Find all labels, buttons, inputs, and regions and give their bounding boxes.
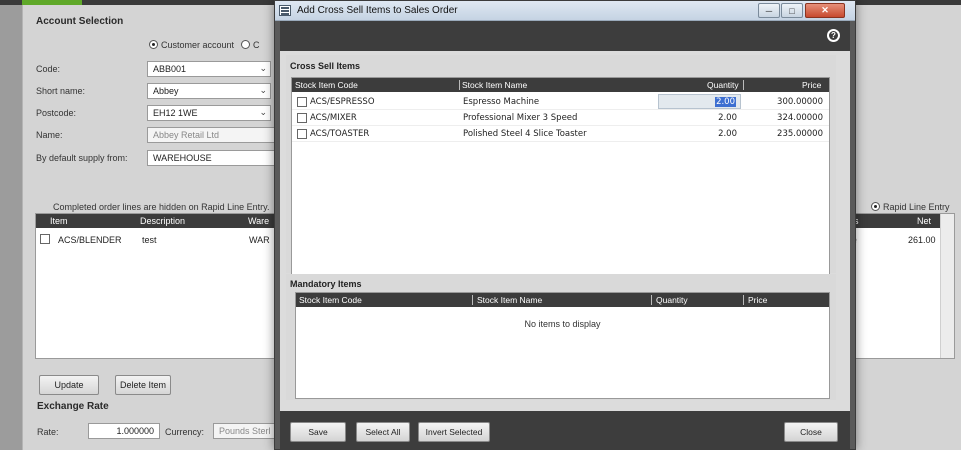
radio-unselected-icon bbox=[241, 40, 250, 49]
column-net[interactable]: Net bbox=[917, 216, 931, 226]
column-item[interactable]: Item bbox=[50, 216, 68, 226]
row-price: 235.00000 bbox=[777, 129, 823, 139]
short-name-value: Abbey bbox=[153, 86, 179, 96]
cross-sell-grid[interactable]: Stock Item Code Stock Item Name Quantity… bbox=[291, 77, 830, 277]
quantity-value[interactable]: 2.00 bbox=[715, 97, 736, 107]
account-selection-title: Account Selection bbox=[36, 16, 124, 27]
row-stock-item-name: Professional Mixer 3 Speed bbox=[463, 113, 578, 123]
currency-field[interactable]: Pounds Sterl bbox=[213, 423, 275, 439]
column-stock-item-code[interactable]: Stock Item Code bbox=[295, 80, 358, 90]
row-checkbox[interactable] bbox=[40, 234, 50, 244]
dialog-footer: Save Select All Invert Selected Close bbox=[280, 411, 850, 450]
chevron-down-icon[interactable]: ⌄ bbox=[259, 85, 267, 96]
column-description[interactable]: Description bbox=[140, 216, 185, 226]
name-label: Name: bbox=[36, 130, 63, 140]
short-name-label: Short name: bbox=[36, 86, 86, 96]
cross-sell-dialog: Add Cross Sell Items to Sales Order ─ □ … bbox=[274, 0, 856, 450]
invert-selected-button[interactable]: Invert Selected bbox=[418, 422, 490, 442]
currency-label: Currency: bbox=[165, 427, 205, 437]
other-account-radio[interactable]: C bbox=[241, 40, 260, 50]
other-account-radio-label: C bbox=[253, 40, 260, 50]
close-button[interactable]: Close bbox=[784, 422, 838, 442]
row-checkbox[interactable] bbox=[297, 113, 307, 123]
row-description: test bbox=[142, 235, 157, 245]
column-price[interactable]: Price bbox=[748, 295, 767, 305]
rapid-line-entry-label: Rapid Line Entry bbox=[883, 202, 950, 212]
row-net: 261.00 bbox=[908, 235, 936, 245]
customer-account-radio-label: Customer account bbox=[161, 40, 235, 50]
select-all-button[interactable]: Select All bbox=[356, 422, 410, 442]
chevron-down-icon[interactable]: ⌄ bbox=[259, 63, 267, 74]
column-quantity[interactable]: Quantity bbox=[707, 80, 739, 90]
radio-selected-icon bbox=[149, 40, 158, 49]
rapid-line-entry-radio[interactable]: Rapid Line Entry bbox=[871, 202, 950, 212]
chevron-down-icon[interactable]: ⌄ bbox=[259, 107, 267, 118]
name-field: Abbey Retail Ltd bbox=[147, 127, 277, 143]
mandatory-grid[interactable]: Stock Item Code Stock Item Name Quantity… bbox=[295, 292, 830, 399]
maximize-icon[interactable]: □ bbox=[781, 3, 803, 18]
dialog-titlebar[interactable]: Add Cross Sell Items to Sales Order ─ □ … bbox=[275, 1, 855, 21]
save-button[interactable]: Save bbox=[290, 422, 346, 442]
row-stock-item-code: ACS/ESPRESSO bbox=[310, 97, 375, 107]
row-stock-item-code: ACS/TOASTER bbox=[310, 129, 370, 139]
radio-selected-icon bbox=[871, 202, 880, 211]
short-name-field[interactable]: Abbey ⌄ bbox=[147, 83, 271, 99]
row-quantity[interactable]: 2.00 bbox=[718, 113, 737, 123]
postcode-field[interactable]: EH12 1WE ⌄ bbox=[147, 105, 271, 121]
dialog-body: ? Cross Sell Items Stock Item Code Stock… bbox=[280, 21, 850, 450]
code-field[interactable]: ABB001 ⌄ bbox=[147, 61, 271, 77]
cross-sell-header: Stock Item Code Stock Item Name Quantity… bbox=[292, 78, 829, 92]
row-quantity[interactable]: 2.00 bbox=[718, 129, 737, 139]
table-row[interactable]: ACS/MIXER Professional Mixer 3 Speed 2.0… bbox=[292, 110, 829, 126]
exchange-rate-title: Exchange Rate bbox=[37, 401, 109, 412]
rate-label: Rate: bbox=[37, 427, 59, 437]
column-quantity[interactable]: Quantity bbox=[656, 295, 688, 305]
mandatory-header: Stock Item Code Stock Item Name Quantity… bbox=[296, 293, 829, 307]
code-label: Code: bbox=[36, 64, 61, 74]
row-checkbox[interactable] bbox=[297, 129, 307, 139]
mandatory-title: Mandatory Items bbox=[290, 279, 362, 289]
update-button[interactable]: Update bbox=[39, 375, 99, 395]
row-price: 324.00000 bbox=[777, 113, 823, 123]
column-warehouse[interactable]: Ware bbox=[248, 216, 269, 226]
code-value: ABB001 bbox=[153, 64, 187, 74]
empty-message: No items to display bbox=[524, 319, 601, 329]
completed-lines-note: Completed order lines are hidden on Rapi… bbox=[53, 202, 270, 212]
help-icon[interactable]: ? bbox=[827, 29, 840, 42]
column-stock-item-name[interactable]: Stock Item Name bbox=[462, 80, 527, 90]
customer-account-radio[interactable]: Customer account bbox=[149, 40, 234, 50]
row-stock-item-name: Polished Steel 4 Slice Toaster bbox=[463, 129, 587, 139]
table-row[interactable]: ACS/TOASTER Polished Steel 4 Slice Toast… bbox=[292, 126, 829, 142]
row-item: ACS/BLENDER bbox=[58, 235, 122, 245]
row-price: 300.00000 bbox=[777, 97, 823, 107]
window-icon bbox=[279, 5, 291, 16]
order-lines-scrollbar[interactable] bbox=[940, 214, 954, 358]
row-warehouse: WAR bbox=[249, 235, 270, 245]
default-supply-label: By default supply from: bbox=[36, 153, 128, 163]
row-checkbox[interactable] bbox=[297, 97, 307, 107]
postcode-label: Postcode: bbox=[36, 108, 77, 118]
dialog-header-bar: ? bbox=[280, 21, 850, 51]
column-stock-item-name[interactable]: Stock Item Name bbox=[477, 295, 542, 305]
row-stock-item-name: Espresso Machine bbox=[463, 97, 540, 107]
cross-sell-title: Cross Sell Items bbox=[290, 61, 361, 71]
minimize-icon[interactable]: ─ bbox=[758, 3, 780, 18]
close-icon[interactable]: ✕ bbox=[805, 3, 845, 18]
column-price[interactable]: Price bbox=[802, 80, 821, 90]
column-stock-item-code[interactable]: Stock Item Code bbox=[299, 295, 362, 305]
rate-field[interactable]: 1.000000 bbox=[88, 423, 160, 439]
postcode-value: EH12 1WE bbox=[153, 108, 198, 118]
delete-item-button[interactable]: Delete Item bbox=[115, 375, 171, 395]
default-supply-field[interactable]: WAREHOUSE bbox=[147, 150, 277, 166]
row-stock-item-code: ACS/MIXER bbox=[310, 113, 357, 123]
dialog-title: Add Cross Sell Items to Sales Order bbox=[297, 5, 458, 16]
table-row[interactable]: ACS/ESPRESSO Espresso Machine 2.00 300.0… bbox=[292, 94, 829, 110]
quantity-input[interactable]: 2.00 bbox=[658, 94, 741, 109]
